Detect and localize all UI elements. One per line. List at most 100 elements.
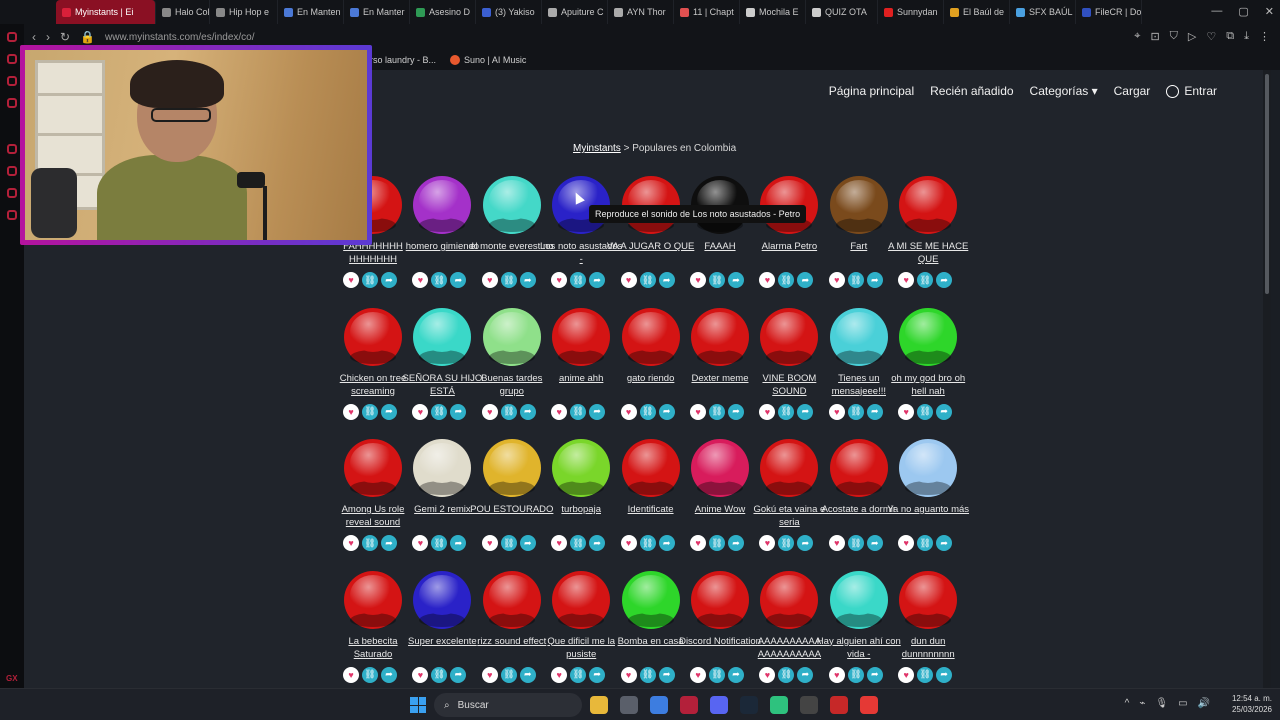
favorite-heart-icon[interactable]: ♥ <box>620 535 637 551</box>
copy-link-icon[interactable]: ⛓ <box>917 403 934 420</box>
copy-link-icon[interactable]: ⛓ <box>570 666 587 683</box>
breadcrumb-root-link[interactable]: Myinstants <box>573 143 621 154</box>
browser-tab[interactable]: FileCR | Do <box>1076 0 1142 24</box>
sound-play-button[interactable] <box>621 439 680 497</box>
share-icon[interactable]: ➦ <box>658 272 675 288</box>
copy-link-icon[interactable]: ⛓ <box>570 403 587 420</box>
sound-play-button[interactable] <box>899 176 958 234</box>
favorite-heart-icon[interactable]: ♥ <box>412 403 429 420</box>
copy-link-icon[interactable]: ⛓ <box>570 272 587 288</box>
share-icon[interactable]: ➦ <box>936 666 953 683</box>
bookmark-laundry[interactable]: rso laundry - B... <box>370 55 436 65</box>
copy-link-icon[interactable]: ⛓ <box>778 272 795 288</box>
copy-link-icon[interactable]: ⛓ <box>709 403 725 420</box>
sidebar-history-icon[interactable] <box>7 166 17 176</box>
sound-play-button[interactable] <box>829 439 888 497</box>
youtube-icon[interactable] <box>860 696 878 714</box>
copy-link-icon[interactable]: ⛓ <box>709 666 725 683</box>
play-icon[interactable]: ▷ <box>1188 30 1196 43</box>
share-icon[interactable]: ➦ <box>519 535 536 551</box>
favorite-heart-icon[interactable]: ♥ <box>551 272 568 288</box>
favorite-heart-icon[interactable]: ♥ <box>759 666 776 683</box>
share-icon[interactable]: ➦ <box>797 535 814 551</box>
bookmark-suno[interactable]: Suno | AI Music <box>450 55 526 65</box>
favorite-heart-icon[interactable]: ♥ <box>481 666 498 683</box>
favorite-heart-icon[interactable]: ♥ <box>481 272 498 288</box>
sound-play-button[interactable] <box>691 439 749 497</box>
download-icon[interactable]: ⤓ <box>1244 30 1249 43</box>
favorite-heart-icon[interactable]: ♥ <box>551 535 568 551</box>
favorite-heart-icon[interactable]: ♥ <box>343 666 359 683</box>
favorite-heart-icon[interactable]: ♥ <box>828 535 845 551</box>
copy-link-icon[interactable]: ⛓ <box>362 272 378 288</box>
taskbar-search[interactable]: ⌕ Buscar <box>434 693 582 717</box>
share-icon[interactable]: ➦ <box>658 403 675 420</box>
display-icon[interactable]: ▭ <box>1178 698 1187 709</box>
close-icon[interactable]: ✕ <box>1265 5 1274 18</box>
copy-link-icon[interactable]: ⛓ <box>362 666 378 683</box>
share-icon[interactable]: ➦ <box>450 403 467 420</box>
nav-recent[interactable]: Recién añadido <box>930 84 1013 98</box>
scroll-thumb[interactable] <box>1265 74 1269 294</box>
chat-app-icon[interactable] <box>770 696 788 714</box>
sound-play-button[interactable] <box>413 439 472 497</box>
forward-icon[interactable]: › <box>46 30 50 44</box>
sound-label-link[interactable]: Ya no aguanto más <box>884 503 972 531</box>
copy-link-icon[interactable]: ⛓ <box>362 403 378 420</box>
gx-icon[interactable]: GX <box>6 674 18 683</box>
screenshot-icon[interactable]: ⊡ <box>1150 30 1159 43</box>
taskbar-clock[interactable]: 12:54 a. m. 25/03/2026 <box>1232 693 1272 715</box>
share-icon[interactable]: ➦ <box>728 272 744 288</box>
sound-play-button[interactable] <box>344 439 402 497</box>
mic-tray-icon[interactable]: 🎙 <box>1155 698 1168 709</box>
sound-play-button[interactable] <box>413 176 472 234</box>
share-icon[interactable]: ➦ <box>381 535 397 551</box>
share-icon[interactable]: ➦ <box>589 272 606 288</box>
browser-tab[interactable]: Sunnydan <box>878 0 944 24</box>
sound-play-button[interactable] <box>482 439 541 497</box>
shield-icon[interactable]: ⛉ <box>1170 30 1178 43</box>
sound-play-button[interactable] <box>760 570 819 629</box>
favorite-heart-icon[interactable]: ♥ <box>412 272 429 288</box>
heart-icon[interactable]: ♡ <box>1206 30 1216 43</box>
copy-link-icon[interactable]: ⛓ <box>709 535 725 551</box>
copy-link-icon[interactable]: ⛓ <box>778 666 795 683</box>
browser-tab[interactable]: El Baúl de <box>944 0 1010 24</box>
share-icon[interactable]: ➦ <box>866 535 883 551</box>
share-icon[interactable]: ➦ <box>589 535 606 551</box>
copy-link-icon[interactable]: ⛓ <box>709 272 725 288</box>
url-field[interactable]: www.myinstants.com/es/index/co/ <box>105 32 255 43</box>
copy-link-icon[interactable]: ⛓ <box>778 403 795 420</box>
windows-start-icon[interactable] <box>410 697 426 713</box>
sound-play-button[interactable] <box>344 307 402 366</box>
reload-icon[interactable]: ↻ <box>60 30 70 44</box>
sidebar-settings-icon[interactable] <box>7 210 17 220</box>
page-scrollbar[interactable] <box>1263 70 1271 688</box>
share-icon[interactable]: ➦ <box>381 272 397 288</box>
sound-play-button[interactable] <box>899 307 958 366</box>
share-icon[interactable]: ➦ <box>866 666 883 683</box>
copy-link-icon[interactable]: ⛓ <box>362 535 378 551</box>
browser-tab[interactable]: En Manten <box>278 0 344 24</box>
copy-link-icon[interactable]: ⛓ <box>847 666 864 683</box>
browser-tab[interactable]: Asesino D <box>410 0 476 24</box>
share-icon[interactable]: ➦ <box>797 403 814 420</box>
copy-link-icon[interactable]: ⛓ <box>778 535 795 551</box>
sidebar-store-icon[interactable] <box>7 32 17 42</box>
favorite-heart-icon[interactable]: ♥ <box>551 666 568 683</box>
browser-tab[interactable]: Apuiture C <box>542 0 608 24</box>
copy-link-icon[interactable]: ⛓ <box>570 535 587 551</box>
favorite-heart-icon[interactable]: ♥ <box>759 403 776 420</box>
copy-link-icon[interactable]: ⛓ <box>847 535 864 551</box>
copy-link-icon[interactable]: ⛓ <box>431 666 448 683</box>
favorite-heart-icon[interactable]: ♥ <box>481 535 498 551</box>
sound-play-button[interactable] <box>482 570 541 629</box>
favorite-heart-icon[interactable]: ♥ <box>620 403 637 420</box>
browser-tab[interactable]: Halo Colle <box>156 0 210 24</box>
copy-link-icon[interactable]: ⛓ <box>431 535 448 551</box>
extensions-icon[interactable]: ⧉ <box>1226 30 1234 43</box>
copy-link-icon[interactable]: ⛓ <box>500 403 517 420</box>
favorite-heart-icon[interactable]: ♥ <box>898 535 915 551</box>
share-icon[interactable]: ➦ <box>866 403 883 420</box>
share-icon[interactable]: ➦ <box>797 272 814 288</box>
